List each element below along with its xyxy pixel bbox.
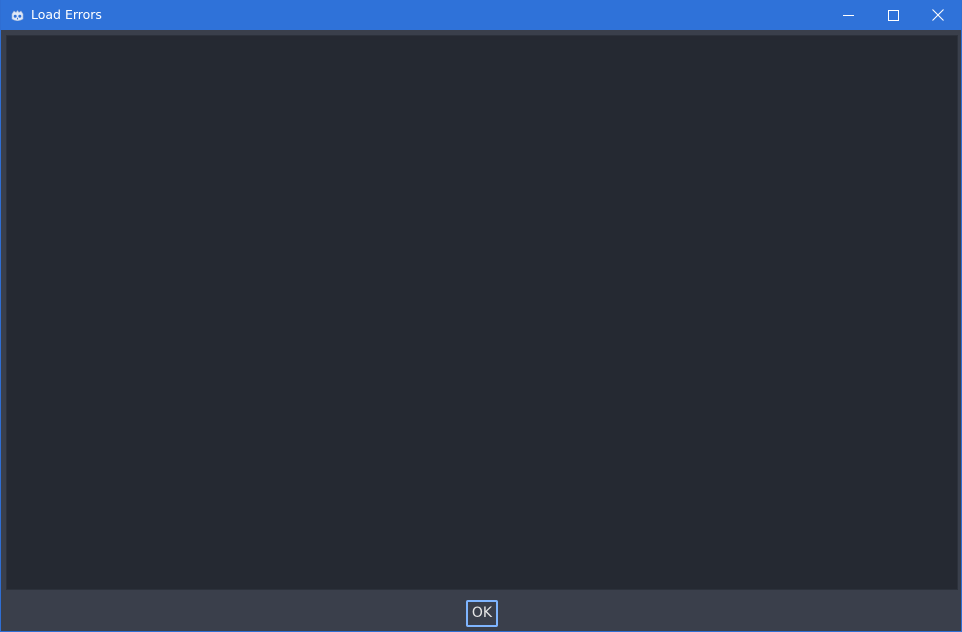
maximize-button[interactable] — [870, 0, 916, 30]
maximize-icon — [887, 6, 899, 25]
minimize-button[interactable] — [825, 0, 871, 30]
ok-button[interactable]: OK — [466, 600, 498, 627]
load-errors-window: Load Errors OK — [0, 0, 962, 632]
dialog-footer: OK — [1, 590, 961, 631]
close-button[interactable] — [915, 0, 961, 30]
error-log-area[interactable] — [6, 35, 958, 590]
godot-engine-icon — [10, 8, 25, 22]
window-title: Load Errors — [31, 7, 102, 22]
minimize-icon — [842, 6, 854, 25]
title-bar[interactable]: Load Errors — [1, 0, 961, 30]
close-icon — [932, 6, 944, 25]
